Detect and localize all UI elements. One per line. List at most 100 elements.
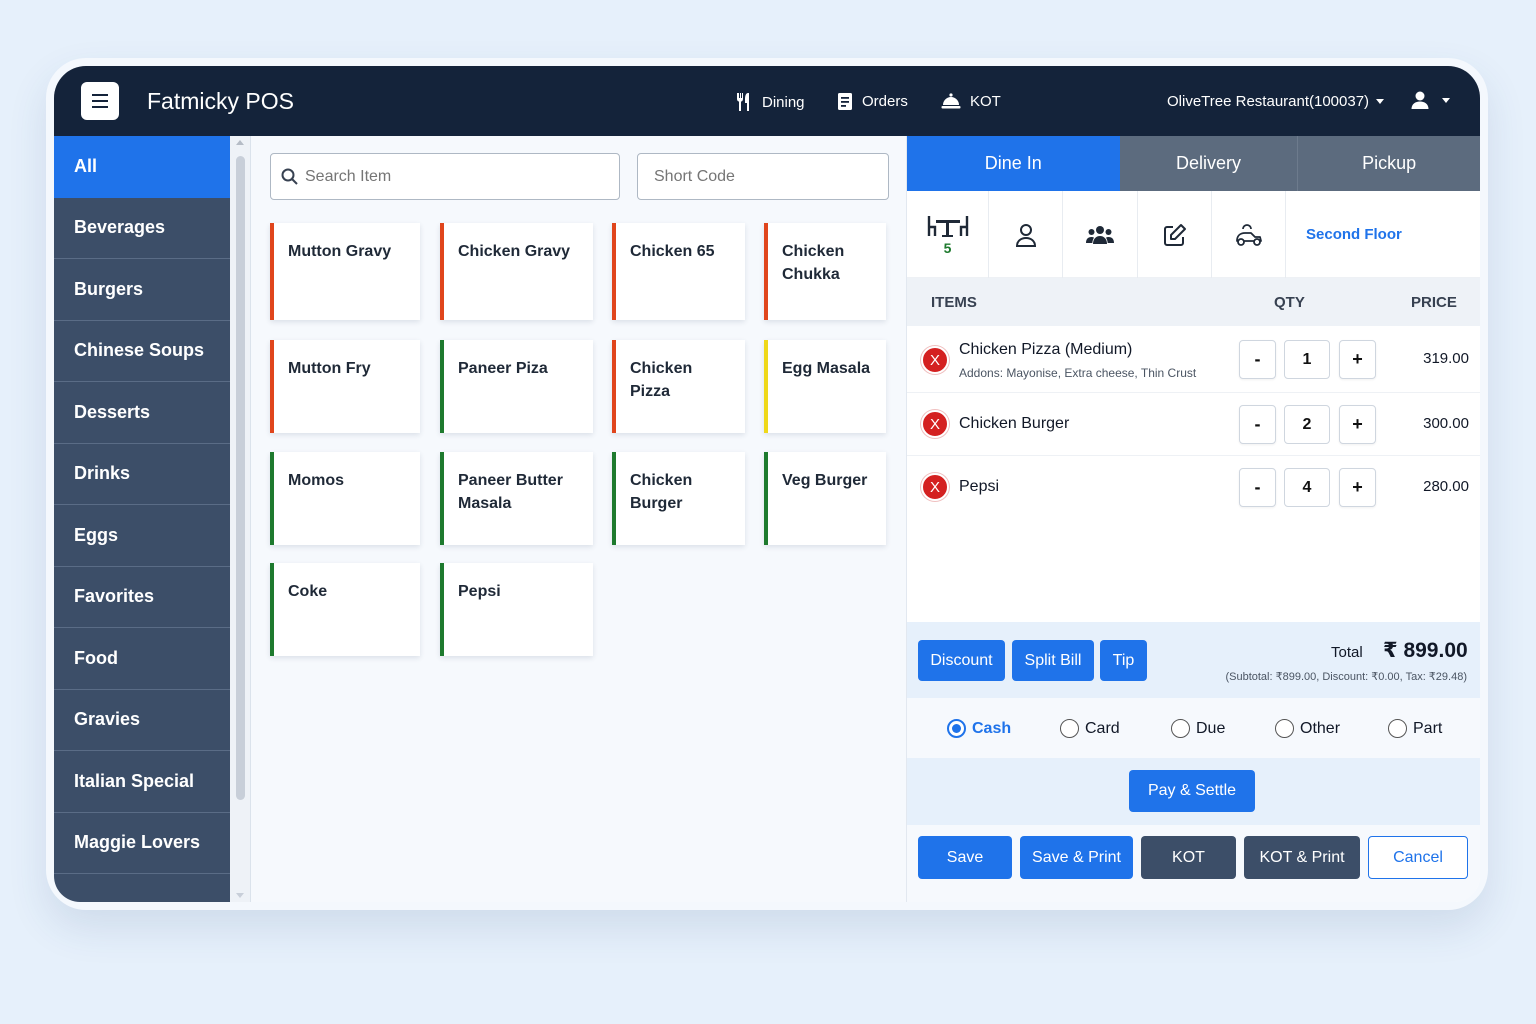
payment-part-label: Part (1413, 719, 1443, 737)
user-icon (1411, 91, 1429, 109)
qty-value[interactable]: 2 (1284, 405, 1330, 444)
table-number: 5 (943, 239, 952, 256)
tab-dine-in[interactable]: Dine In (907, 136, 1120, 191)
payment-other-radio[interactable]: Other (1275, 719, 1340, 738)
cart-row: X Pepsi - 4 + 280.00 (907, 456, 1480, 519)
category-all[interactable]: All (54, 136, 230, 198)
menu-item-chicken-65[interactable]: Chicken 65 (612, 223, 745, 320)
user-menu[interactable] (1410, 90, 1450, 110)
pay-settle-button[interactable]: Pay & Settle (1129, 770, 1255, 812)
notes-button[interactable] (1138, 191, 1212, 278)
guests-button[interactable] (1063, 191, 1138, 278)
payment-due-radio[interactable]: Due (1171, 719, 1225, 738)
menu-item-paneer-butter-masala[interactable]: Paneer Butter Masala (440, 452, 593, 545)
category-beverages[interactable]: Beverages (54, 198, 230, 259)
payment-cash-radio[interactable]: Cash (947, 719, 1011, 738)
menu-item-momos[interactable]: Momos (270, 452, 420, 545)
restaurant-selector[interactable]: OliveTree Restaurant(100037) (1167, 93, 1385, 110)
payment-other-label: Other (1300, 719, 1341, 737)
radio-icon (1388, 719, 1407, 738)
nav-orders[interactable]: Orders (837, 92, 908, 111)
nav-kot-label: KOT (970, 92, 1001, 110)
items-column-header: ITEMS (931, 294, 977, 311)
kot-print-button[interactable]: KOT & Print (1244, 836, 1360, 879)
table-icon (927, 215, 968, 237)
qty-plus-button[interactable]: + (1339, 340, 1376, 379)
category-burgers[interactable]: Burgers (54, 259, 230, 321)
table-selector[interactable]: 5 (907, 191, 989, 278)
nav-dining[interactable]: Dining (735, 92, 805, 112)
service-bell-icon (941, 93, 961, 109)
menu-item-chicken-pizza[interactable]: Chicken Pizza (612, 340, 745, 433)
menu-item-veg-burger[interactable]: Veg Burger (764, 452, 886, 545)
scrollbar-thumb[interactable] (236, 156, 245, 800)
hamburger-menu-button[interactable] (81, 82, 119, 120)
payment-part-radio[interactable]: Part (1388, 719, 1442, 738)
payment-card-radio[interactable]: Card (1060, 719, 1120, 738)
tip-button[interactable]: Tip (1100, 640, 1147, 681)
short-code-input[interactable] (637, 153, 889, 200)
qty-value[interactable]: 1 (1284, 340, 1330, 379)
menu-item-mutton-gravy[interactable]: Mutton Gravy (270, 223, 420, 320)
receipt-icon (838, 93, 852, 110)
qty-plus-button[interactable]: + (1339, 405, 1376, 444)
remove-item-button[interactable]: X (921, 346, 949, 374)
category-italian-special[interactable]: Italian Special (54, 751, 230, 813)
category-sidebar: All Beverages Burgers Chinese Soups Dess… (54, 136, 230, 902)
cart-item-name: Chicken Pizza (Medium) (959, 341, 1133, 358)
category-favorites[interactable]: Favorites (54, 567, 230, 628)
cart-item-price: 300.00 (1423, 415, 1469, 432)
kot-button[interactable]: KOT (1141, 836, 1236, 879)
cart-item-addons: Addons: Mayonise, Extra cheese, Thin Cru… (959, 366, 1197, 380)
app-title: Fatmicky POS (147, 88, 294, 114)
floor-label[interactable]: Second Floor (1286, 191, 1402, 277)
qty-minus-button[interactable]: - (1239, 405, 1276, 444)
menu-item-pepsi[interactable]: Pepsi (440, 563, 593, 656)
pos-app: Fatmicky POS Dining Orders KOT OliveTree… (54, 66, 1480, 902)
split-bill-button[interactable]: Split Bill (1012, 640, 1094, 681)
chevron-down-icon (1442, 97, 1450, 103)
remove-item-button[interactable]: X (921, 473, 949, 501)
group-icon (1086, 225, 1114, 244)
radio-icon (1060, 719, 1079, 738)
menu-item-paneer-piza[interactable]: Paneer Piza (440, 340, 593, 433)
category-maggie-lovers[interactable]: Maggie Lovers (54, 813, 230, 874)
menu-item-mutton-fry[interactable]: Mutton Fry (270, 340, 420, 433)
category-chinese-soups[interactable]: Chinese Soups (54, 321, 230, 382)
category-food[interactable]: Food (54, 628, 230, 690)
qty-plus-button[interactable]: + (1339, 468, 1376, 507)
category-scrollbar[interactable] (230, 136, 251, 902)
tab-delivery[interactable]: Delivery (1119, 136, 1299, 191)
scroll-up-arrow-icon[interactable] (236, 140, 244, 145)
total-label: Total (1331, 644, 1363, 661)
chevron-down-icon (1376, 99, 1385, 104)
qty-minus-button[interactable]: - (1239, 468, 1276, 507)
order-panel: Dine In Delivery Pickup 5 Second Floor I… (906, 136, 1480, 902)
radio-icon (1171, 719, 1190, 738)
nav-kot[interactable]: KOT (941, 92, 1001, 110)
category-gravies[interactable]: Gravies (54, 690, 230, 751)
menu-item-chicken-chukka[interactable]: Chicken Chukka (764, 223, 886, 320)
cancel-button[interactable]: Cancel (1368, 836, 1468, 879)
tab-pickup[interactable]: Pickup (1298, 136, 1480, 191)
discount-button[interactable]: Discount (918, 640, 1005, 681)
menu-item-chicken-gravy[interactable]: Chicken Gravy (440, 223, 593, 320)
category-eggs[interactable]: Eggs (54, 505, 230, 567)
menu-icon (92, 94, 108, 107)
subtotal-breakdown: (Subtotal: ₹899.00, Discount: ₹0.00, Tax… (1225, 671, 1467, 683)
save-print-button[interactable]: Save & Print (1020, 836, 1133, 879)
cart-row: X Chicken Burger - 2 + 300.00 (907, 393, 1480, 456)
search-input[interactable] (270, 153, 620, 200)
menu-item-egg-masala[interactable]: Egg Masala (764, 340, 886, 433)
category-drinks[interactable]: Drinks (54, 444, 230, 505)
save-button[interactable]: Save (918, 836, 1012, 879)
menu-item-coke[interactable]: Coke (270, 563, 420, 656)
category-desserts[interactable]: Desserts (54, 382, 230, 444)
remove-item-button[interactable]: X (921, 410, 949, 438)
scroll-down-arrow-icon[interactable] (236, 893, 244, 898)
delivery-partner-button[interactable] (1212, 191, 1286, 278)
menu-item-chicken-burger[interactable]: Chicken Burger (612, 452, 745, 545)
qty-minus-button[interactable]: - (1239, 340, 1276, 379)
qty-value[interactable]: 4 (1284, 468, 1330, 507)
customer-button[interactable] (989, 191, 1063, 278)
